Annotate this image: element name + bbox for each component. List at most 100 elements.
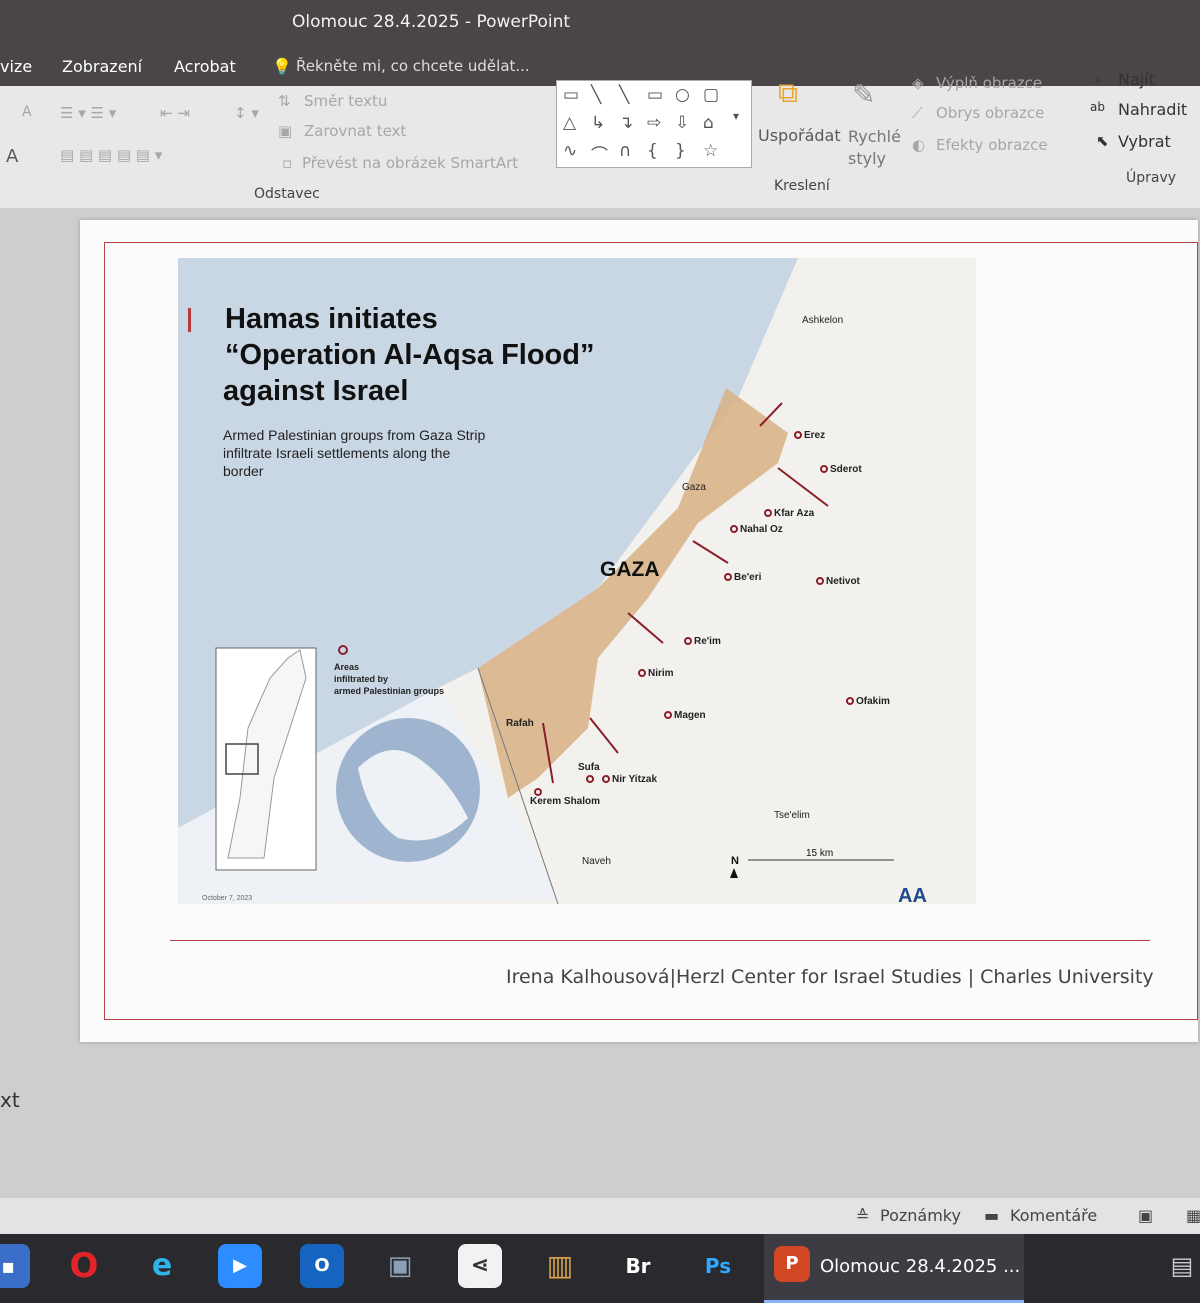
ribbon: A A ☰ ▾ ☰ ▾ ⇤ ⇥ ↕ ▾ ▤ ▤ ▤ ▤ ▤ ▾ ⇅ Směr t… (0, 70, 1200, 209)
place-sufa: Sufa (578, 762, 600, 773)
place-reim: Re'im (694, 636, 721, 647)
left-brace-shape-icon[interactable]: { (647, 141, 658, 161)
menu-item-acrobat[interactable]: Acrobat (174, 57, 236, 76)
tell-me-search[interactable]: Řekněte mi, co chcete udělat... (296, 57, 530, 75)
select-icon: ⬉ (1096, 132, 1109, 150)
taskbar-powerpoint-active[interactable]: P Olomouc 28.4.2025 ... (764, 1234, 1024, 1303)
star-shape-icon[interactable]: ☆ (703, 141, 718, 161)
place-naveh: Naveh (582, 856, 611, 867)
menu-item-view[interactable]: Zobrazení (62, 57, 142, 76)
curve-shape-icon[interactable]: ∩ (619, 141, 631, 161)
textbox-shape-icon[interactable]: ▭ (563, 85, 579, 105)
select-button[interactable]: Vybrat (1118, 132, 1171, 151)
align-text-button[interactable]: Zarovnat text (304, 122, 406, 140)
font-color-a[interactable]: A (6, 146, 18, 167)
find-button[interactable]: Najít (1118, 70, 1155, 89)
gaza-map: Hamas initiates “Operation Al-Aqsa Flood… (178, 258, 976, 904)
outline-pane-text: xt (0, 1088, 20, 1112)
outline-icon: ⟋ (912, 104, 923, 122)
line-spacing-icon[interactable]: ↕ ▾ (234, 104, 259, 122)
elbow-shape-icon[interactable]: ↴ (619, 113, 633, 133)
legend-line2: infiltrated by (334, 674, 388, 684)
footer-rule (170, 940, 1150, 941)
gallery-more-icon[interactable]: ▾ (733, 109, 739, 123)
taskbar-active-label: Olomouc 28.4.2025 ... (820, 1256, 1021, 1277)
rectangle-shape-icon[interactable]: ▭ (647, 85, 663, 105)
slide-footer: Irena Kalhousová|Herzl Center for Israel… (506, 966, 1154, 988)
drawing-group-label: Kreslení (774, 178, 830, 194)
fill-icon: ◈ (912, 74, 924, 92)
powerpoint-icon: P (774, 1246, 810, 1282)
photoshop-icon[interactable]: Ps (696, 1244, 740, 1288)
shape-fill-button[interactable]: Výplň obrazce (936, 74, 1042, 92)
normal-view-icon[interactable]: ▣ (1138, 1206, 1153, 1225)
share-app-icon[interactable]: ⋖ (458, 1244, 502, 1288)
place-erez: Erez (804, 430, 825, 441)
bullets-icon[interactable]: ☰ ▾ ☰ ▾ (60, 104, 116, 122)
edge-icon[interactable]: e (140, 1244, 184, 1288)
flowchart-shape-icon[interactable]: ⌂ (703, 113, 714, 133)
oval-shape-icon[interactable]: ○ (675, 85, 690, 105)
slide-subtitle-line3: border (223, 463, 264, 479)
system-tray-icon[interactable]: ▤ (1160, 1244, 1200, 1288)
align-icons[interactable]: ▤ ▤ ▤ ▤ ▤ ▾ (60, 146, 162, 164)
indent-icon[interactable]: ⇤ ⇥ (160, 104, 190, 122)
shapes-gallery[interactable]: ▭ ╲ ╲ ▭ ○ ▢ △ ↳ ↴ ⇨ ⇩ ⌂ ∿ ⌒ ∩ { } ☆ ▾ (556, 80, 752, 168)
status-bar: ≙ Poznámky ▬ Komentáře ▣ ▦ (0, 1198, 1200, 1234)
gaza-region-label: GAZA (600, 558, 660, 581)
triangle-shape-icon[interactable]: △ (563, 113, 576, 133)
scale-label: 15 km (806, 848, 833, 859)
camera-app-icon[interactable]: ▣ (378, 1244, 422, 1288)
slide-subtitle-line1: Armed Palestinian groups from Gaza Strip (223, 427, 485, 443)
slide-title-line3: against Israel (223, 375, 408, 407)
outlook-icon[interactable]: O (300, 1244, 344, 1288)
align-text-icon: ▣ (278, 122, 293, 140)
font-a-small[interactable]: A (22, 104, 32, 120)
map-date: October 7, 2023 (202, 895, 252, 902)
lightbulb-icon: 💡 (272, 57, 292, 76)
quick-styles-button[interactable]: Rychlé styly (848, 126, 904, 170)
find-icon: ⌕ (1094, 70, 1103, 88)
comments-button[interactable]: Komentáře (1010, 1206, 1097, 1225)
replace-button[interactable]: Nahradit (1118, 100, 1187, 119)
squiggle-shape-icon[interactable]: ∿ (563, 141, 577, 161)
place-ashkelon: Ashkelon (802, 315, 843, 326)
place-kfar-aza: Kfar Aza (774, 508, 815, 519)
arrow-line-shape-icon[interactable]: ╲ (619, 85, 629, 105)
right-arrow-shape-icon[interactable]: ⇨ (647, 113, 661, 133)
title-accent-bar (188, 308, 191, 332)
shape-outline-button[interactable]: Obrys obrazce (936, 104, 1044, 122)
text-direction-button[interactable]: Směr textu (304, 92, 387, 110)
place-kerem-shalom: Kerem Shalom (530, 796, 600, 807)
arrange-button[interactable]: Uspořádat (758, 126, 841, 145)
slide-sorter-icon[interactable]: ▦ (1186, 1206, 1200, 1225)
place-tseelim: Tse'elim (774, 810, 810, 821)
smartart-icon: ▫ (282, 154, 293, 172)
taskbar: ▪ O e ▶ O ▣ ⋖ ▥ Br Ps P Olomouc 28.4.202… (0, 1234, 1200, 1303)
slide[interactable]: Hamas initiates “Operation Al-Aqsa Flood… (80, 220, 1198, 1042)
place-netivot: Netivot (826, 576, 861, 587)
paragraph-group-label: Odstavec (254, 186, 320, 202)
media-app-icon[interactable]: ▥ (538, 1244, 582, 1288)
opera-icon[interactable]: O (62, 1244, 106, 1288)
zoom-icon[interactable]: ▶ (218, 1244, 262, 1288)
down-arrow-shape-icon[interactable]: ⇩ (675, 113, 689, 133)
notes-button[interactable]: Poznámky (880, 1206, 961, 1225)
place-nahal-oz: Nahal Oz (740, 524, 783, 535)
bridge-icon[interactable]: Br (616, 1244, 660, 1288)
menu-item-review[interactable]: vize (0, 57, 32, 76)
arc-shape-icon[interactable]: ⌒ (591, 141, 608, 166)
right-brace-shape-icon[interactable]: } (675, 141, 686, 161)
shape-effects-button[interactable]: Efekty obrazce (936, 136, 1048, 154)
line-shape-icon[interactable]: ╲ (591, 85, 601, 105)
place-beeri: Be'eri (734, 572, 762, 583)
save-icon[interactable]: ▪ (0, 1244, 30, 1288)
notes-icon: ≙ (856, 1206, 870, 1225)
smartart-button[interactable]: Převést na obrázek SmartArt (302, 154, 518, 172)
legend-line1: Areas (334, 662, 359, 672)
text-direction-icon: ⇅ (278, 92, 291, 110)
rounded-rect-shape-icon[interactable]: ▢ (703, 85, 719, 105)
connector-shape-icon[interactable]: ↳ (591, 113, 605, 133)
place-gaza-city: Gaza (682, 482, 706, 493)
effects-icon: ◐ (912, 136, 926, 154)
